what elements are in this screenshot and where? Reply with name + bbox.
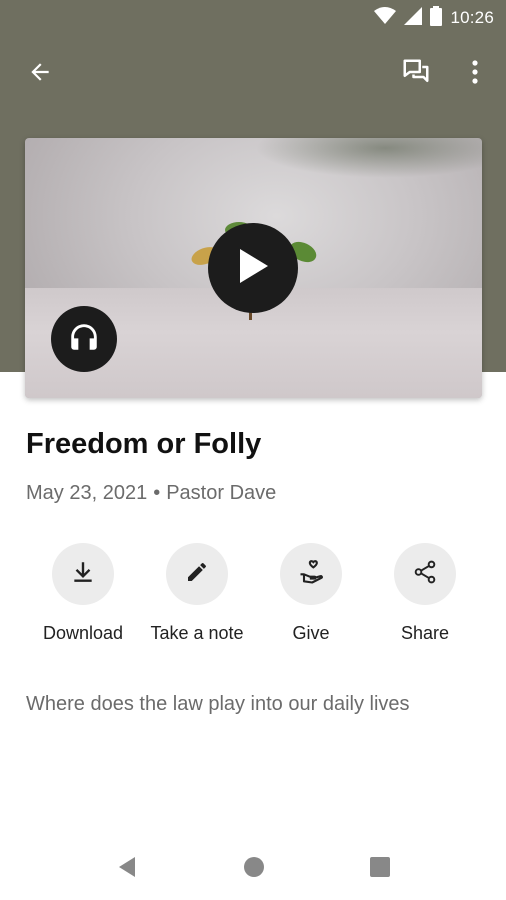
discussion-button[interactable]	[396, 54, 436, 94]
signal-icon	[404, 6, 423, 30]
system-nav-bar	[0, 836, 506, 900]
give-heart-hand-icon	[297, 558, 325, 591]
nav-recents-button[interactable]	[365, 854, 395, 884]
nav-recents-icon	[370, 856, 390, 882]
take-note-circle[interactable]	[166, 543, 228, 605]
download-button[interactable]: Download	[26, 543, 140, 644]
nav-home-button[interactable]	[239, 854, 269, 884]
sermon-title: Freedom or Folly	[26, 428, 262, 460]
give-button[interactable]: Give	[254, 543, 368, 644]
share-button[interactable]: Share	[368, 543, 482, 644]
audio-button[interactable]	[51, 306, 117, 372]
give-label: Give	[292, 623, 330, 643]
download-circle[interactable]	[52, 543, 114, 605]
meta-separator: •	[153, 482, 161, 504]
share-icon	[412, 559, 438, 590]
more-options-button[interactable]	[455, 54, 495, 94]
play-icon	[236, 247, 270, 290]
download-icon	[70, 559, 96, 590]
sermon-description: Where does the law play into our daily l…	[26, 693, 410, 715]
action-row: Download Take a note Give Share	[0, 543, 506, 653]
share-circle[interactable]	[394, 543, 456, 605]
sermon-speaker: Pastor Dave	[166, 482, 277, 504]
sermon-meta: May 23, 2021 • Pastor Dave	[26, 482, 276, 505]
arrow-left-icon	[27, 59, 53, 90]
nav-back-button[interactable]	[112, 854, 142, 884]
download-label: Download	[42, 623, 124, 643]
take-note-button[interactable]: Take a note	[140, 543, 254, 644]
status-bar: 10:26	[0, 0, 506, 36]
share-label: Share	[400, 623, 450, 643]
thumbnail-blur	[255, 138, 482, 178]
more-vert-icon	[471, 59, 479, 90]
pencil-icon	[185, 560, 209, 589]
chat-bubbles-icon	[401, 57, 431, 92]
nav-home-icon	[243, 856, 265, 883]
sermon-date: May 23, 2021	[26, 482, 148, 504]
back-button[interactable]	[20, 54, 60, 94]
sermon-thumbnail[interactable]	[25, 138, 482, 398]
give-circle[interactable]	[280, 543, 342, 605]
wifi-icon	[374, 6, 397, 30]
take-note-label: Take a note	[150, 623, 244, 643]
status-time: 10:26	[450, 8, 494, 27]
headphones-icon	[67, 320, 101, 359]
nav-back-icon	[117, 856, 137, 883]
battery-icon	[430, 5, 443, 31]
play-button[interactable]	[208, 223, 298, 313]
